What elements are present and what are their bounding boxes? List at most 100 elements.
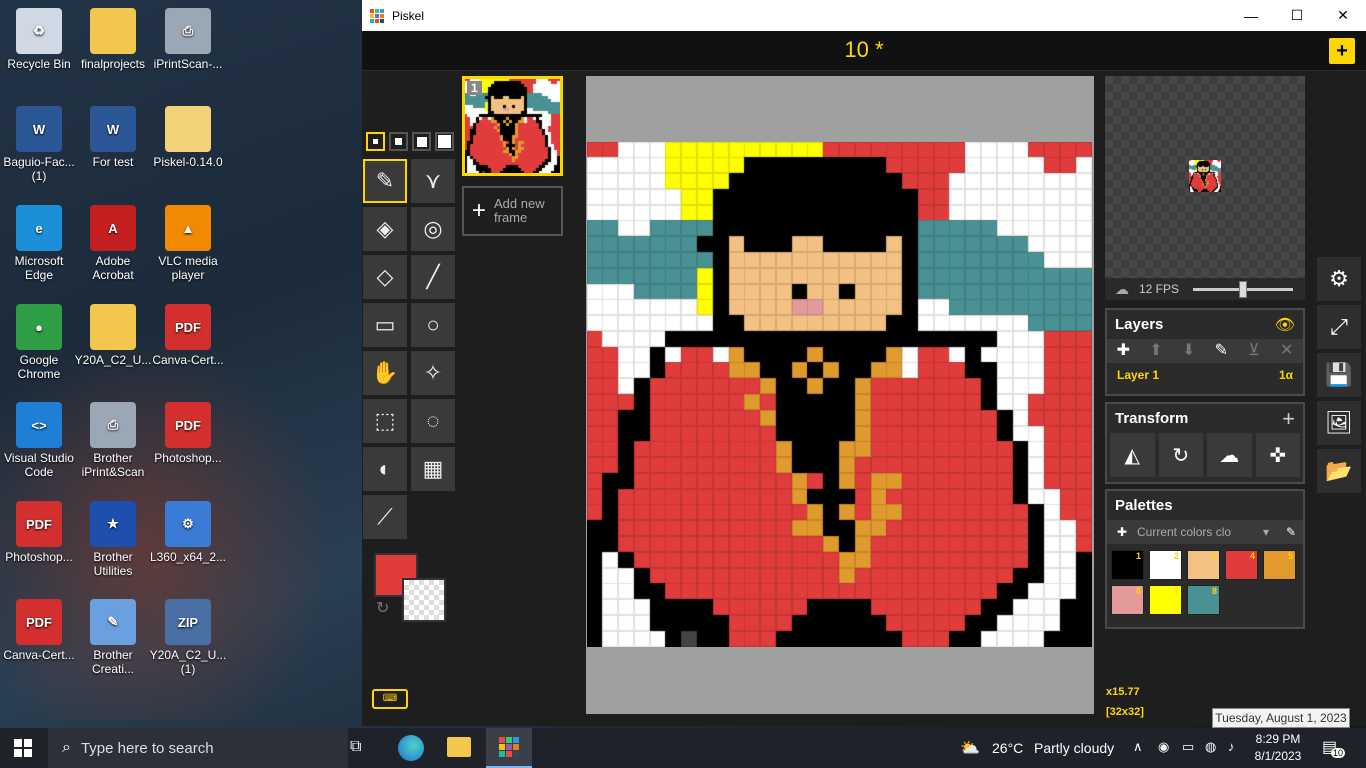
palette-color-1[interactable]: 1	[1111, 550, 1144, 580]
desktop-icon[interactable]: PDF Canva-Cert...	[0, 599, 78, 662]
desktop-icon[interactable]: ⚙ L360_x64_2...	[149, 501, 227, 564]
add-palette-icon[interactable]: ✚	[1107, 525, 1137, 539]
flip-icon[interactable]: ◭	[1110, 433, 1155, 477]
add-new-frame-button[interactable]: + Add new frame	[462, 186, 563, 236]
edit-layer-icon[interactable]: ✎	[1205, 339, 1238, 363]
swap-colors-icon[interactable]: ↻	[376, 598, 389, 618]
desktop-icon[interactable]: W Baguio-Fac... (1)	[0, 106, 78, 183]
desktop-icon[interactable]: ZIP Y20A_C2_U... (1)	[149, 599, 227, 676]
vertical-mirror-pen-tool[interactable]: ⋎	[411, 159, 455, 203]
edit-palette-icon[interactable]: ✎	[1279, 525, 1303, 539]
palette-color-3[interactable]: 3	[1187, 550, 1220, 580]
desktop-icon[interactable]: PDF Canva-Cert...	[149, 304, 227, 367]
document-title[interactable]: 10 *	[362, 37, 1366, 63]
move-tool[interactable]: ✋	[363, 351, 407, 395]
save-button[interactable]: 💾	[1317, 353, 1361, 397]
center-icon[interactable]: ✜	[1255, 433, 1300, 477]
layer-row[interactable]: Layer 1 1α	[1107, 363, 1303, 387]
frame-thumbnail[interactable]: 1	[462, 76, 563, 176]
keyboard-shortcuts-icon[interactable]: ⌨	[372, 689, 408, 709]
hand-icon: ✋	[371, 360, 399, 385]
color-picker-tool[interactable]: ⟋	[363, 495, 407, 539]
pen-size-2[interactable]	[389, 132, 408, 151]
desktop-icon[interactable]: ● Google Chrome	[0, 304, 78, 381]
task-view-icon[interactable]: ⧉	[350, 738, 361, 756]
palette-color-5[interactable]: 5	[1263, 550, 1296, 580]
palette-color-6[interactable]: 6	[1111, 585, 1144, 615]
drawing-area[interactable]	[586, 76, 1094, 714]
delete-layer-icon[interactable]: ✕	[1270, 339, 1303, 363]
palette-color-7[interactable]: 7	[1149, 585, 1182, 615]
shape-selection-tool[interactable]: ✧	[411, 351, 455, 395]
fps-slider[interactable]	[1193, 280, 1294, 298]
pen-size-3[interactable]	[412, 132, 431, 151]
pen-size-4[interactable]	[435, 132, 454, 151]
clone-sheep-icon[interactable]: ☁	[1207, 433, 1252, 477]
lighten-tool[interactable]: ◐	[363, 447, 407, 491]
desktop-icon[interactable]: ♻ Recycle Bin	[0, 8, 78, 71]
weather-text[interactable]: Partly cloudy	[1034, 740, 1114, 756]
palette-color-2[interactable]: 2	[1149, 550, 1182, 580]
clock[interactable]: 8:29 PM 8/1/2023	[1248, 731, 1308, 765]
maximize-button[interactable]: ☐	[1274, 0, 1320, 31]
onion-skin-icon[interactable]: ☁	[1115, 281, 1129, 298]
paint-bucket-tool[interactable]: ◈	[363, 207, 407, 251]
merge-layer-icon[interactable]: ⊻	[1238, 339, 1271, 363]
desktop-icon[interactable]: ⎙ Brother iPrint&Scan	[74, 402, 152, 479]
desktop-icon[interactable]: W For test	[74, 106, 152, 169]
meet-now-icon[interactable]: ◉	[1158, 739, 1169, 755]
desktop-icon[interactable]: e Microsoft Edge	[0, 205, 78, 282]
desktop-icon[interactable]: ▲ VLC media player	[149, 205, 227, 282]
new-sprite-button[interactable]: +	[1329, 38, 1355, 64]
import-button[interactable]: 📂	[1317, 449, 1361, 493]
eraser-tool[interactable]: ◇	[363, 255, 407, 299]
pen-tool[interactable]: ✎	[363, 159, 407, 203]
move-layer-down-icon[interactable]: ⬇	[1172, 339, 1205, 363]
transform-add-icon[interactable]: +	[1282, 406, 1295, 432]
windows-start-icon[interactable]	[14, 739, 32, 757]
desktop-icon[interactable]: PDF Photoshop...	[149, 402, 227, 465]
pen-size-1[interactable]	[366, 132, 385, 151]
paint-same-color-tool[interactable]: ◎	[411, 207, 455, 251]
export-button[interactable]: 🖼	[1317, 401, 1361, 445]
stroke-tool[interactable]: ╱	[411, 255, 455, 299]
pixel-canvas[interactable]	[587, 142, 1092, 647]
piskel-taskbar-icon[interactable]	[486, 728, 532, 768]
desktop-icon[interactable]: PDF Photoshop...	[0, 501, 78, 564]
dropdown-arrow-icon[interactable]: ▾	[1263, 525, 1279, 539]
network-icon[interactable]: ◍	[1205, 739, 1216, 755]
move-layer-up-icon[interactable]: ⬆	[1140, 339, 1173, 363]
rectangle-selection-tool[interactable]: ⬚	[363, 399, 407, 443]
palette-select[interactable]: Current colors clo	[1137, 525, 1263, 539]
desktop-icon[interactable]: finalprojects	[74, 8, 152, 71]
desktop-icon[interactable]: A Adobe Acrobat	[74, 205, 152, 282]
desktop-icon[interactable]: Piskel-0.14.0	[149, 106, 227, 169]
battery-icon[interactable]: ▭	[1182, 739, 1194, 755]
desktop-icon[interactable]: ★ Brother Utilities	[74, 501, 152, 578]
close-button[interactable]: ✕	[1320, 0, 1366, 31]
file-explorer-icon[interactable]	[447, 737, 471, 757]
desktop-icon[interactable]: ⎙ iPrintScan-...	[149, 8, 227, 71]
dithering-tool[interactable]: ▦	[411, 447, 455, 491]
rectangle-tool[interactable]: ▭	[363, 303, 407, 347]
lasso-selection-tool[interactable]: ◌	[411, 399, 455, 443]
resize-button[interactable]: ⤢	[1317, 305, 1361, 349]
palette-color-8[interactable]: 8	[1187, 585, 1220, 615]
show-hidden-icons[interactable]: ∧	[1133, 739, 1143, 755]
eye-icon[interactable]: 👁	[1275, 315, 1295, 335]
weather-temp[interactable]: 26°C	[992, 740, 1023, 756]
search-box[interactable]: ⌕ Type here to search	[48, 728, 348, 768]
secondary-color-swatch[interactable]	[402, 578, 446, 622]
settings-button[interactable]: ⚙	[1317, 257, 1361, 301]
desktop-icon[interactable]: Y20A_C2_U...	[74, 304, 152, 367]
circle-tool[interactable]: ○	[411, 303, 455, 347]
desktop-icon[interactable]: ✎ Brother Creati...	[74, 599, 152, 676]
rotate-icon[interactable]: ↻	[1158, 433, 1203, 477]
palette-color-4[interactable]: 4	[1225, 550, 1258, 580]
add-layer-icon[interactable]: ✚	[1107, 339, 1140, 363]
weather-icon[interactable]: ⛅	[960, 738, 980, 758]
volume-icon[interactable]: ♪	[1228, 739, 1235, 754]
minimize-button[interactable]: —	[1228, 0, 1274, 31]
desktop-icon[interactable]: <> Visual Studio Code	[0, 402, 78, 479]
edge-taskbar-icon[interactable]	[398, 735, 424, 761]
